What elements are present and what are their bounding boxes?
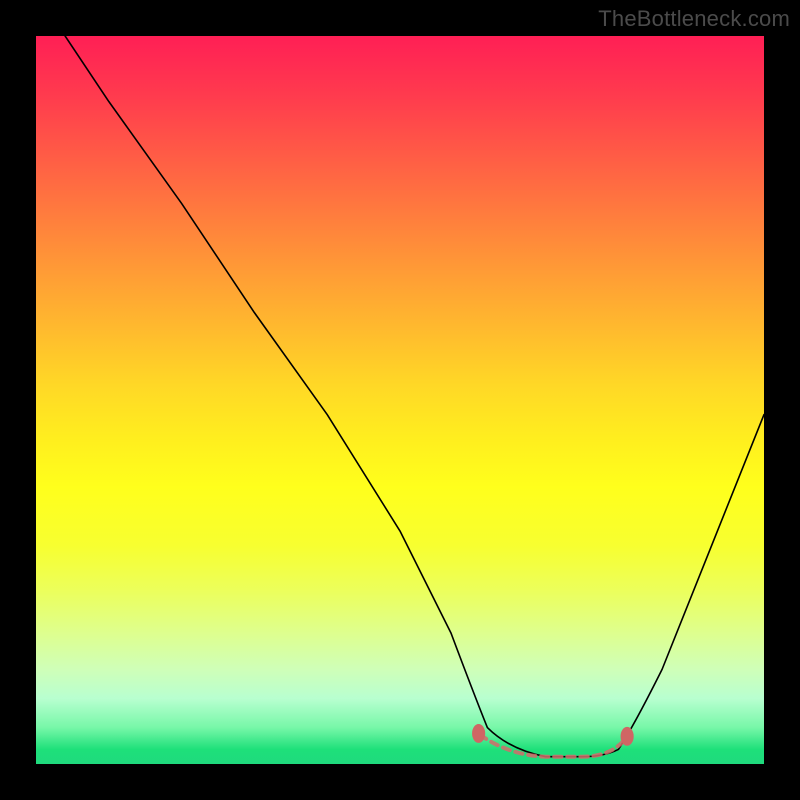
watermark-text: TheBottleneck.com bbox=[598, 6, 790, 32]
curve-layer bbox=[36, 36, 764, 764]
chart-frame: TheBottleneck.com bbox=[0, 0, 800, 800]
optimal-range-marker bbox=[480, 735, 626, 757]
bottleneck-curve bbox=[65, 36, 764, 757]
optimal-range-start-knob bbox=[472, 724, 485, 743]
optimal-range-end-knob bbox=[621, 727, 634, 746]
plot-area bbox=[36, 36, 764, 764]
